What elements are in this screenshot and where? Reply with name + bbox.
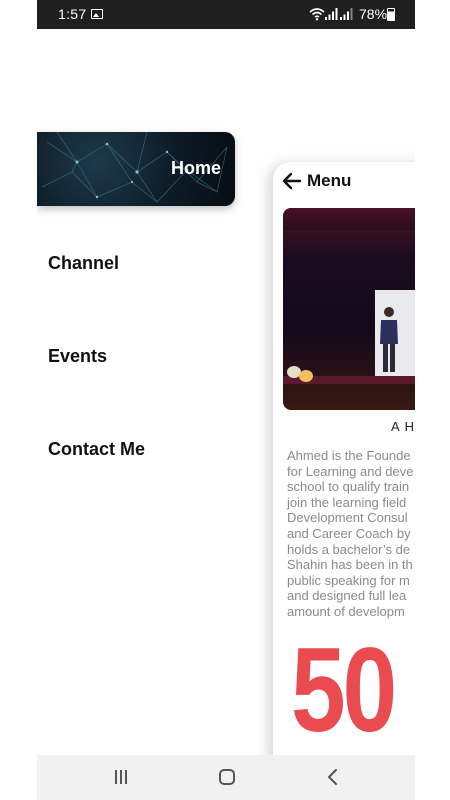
stage-curtain xyxy=(283,208,415,230)
navigation-drawer: Home Channel Events Contact Me xyxy=(37,29,277,755)
wifi-icon xyxy=(309,8,325,21)
signal-icon xyxy=(340,8,353,20)
photo-caption: A H xyxy=(391,419,415,434)
balloon xyxy=(299,370,313,382)
drawer-item-home-label: Home xyxy=(170,158,221,178)
recent-apps-icon[interactable] xyxy=(113,768,129,786)
bio-line: and designed full lea xyxy=(287,588,407,604)
bio-line: Ahmed is the Founde xyxy=(287,448,411,463)
drawer-item-channel[interactable]: Channel xyxy=(48,253,119,274)
bio-line: school to qualify train xyxy=(287,479,410,495)
bio-line: join the learning field xyxy=(287,494,407,510)
status-bar: 1:57 78% xyxy=(37,0,415,29)
page-title: Menu xyxy=(307,171,352,190)
drawer-item-home[interactable]: Home xyxy=(37,132,235,206)
bio-line: Shahin has been in th xyxy=(287,557,413,573)
system-nav-bar xyxy=(37,755,415,800)
bio-line: for Learning and deve xyxy=(287,463,414,479)
back-icon[interactable] xyxy=(325,767,341,787)
stat-number: 50 xyxy=(291,623,397,757)
status-time: 1:57 xyxy=(58,6,87,22)
content-header: Menu xyxy=(273,162,415,202)
bio-line: holds a bachelor’s de xyxy=(287,541,411,557)
main-content-card[interactable]: Menu A H Ahmed is the Founde for Learnin… xyxy=(273,162,415,762)
back-arrow-icon[interactable] xyxy=(281,170,303,192)
bio-line: and Career Coach by xyxy=(287,525,411,541)
bio-line: Development Consul xyxy=(287,510,408,526)
phone-screen: 1:57 78% Home Channel Events Contact Me … xyxy=(37,0,415,800)
battery-percent: 78% xyxy=(359,6,388,22)
image-icon xyxy=(91,9,103,19)
speaker-photo xyxy=(283,208,415,410)
bio-line: public speaking for m xyxy=(287,572,410,588)
bio-line: amount of developm xyxy=(287,603,405,619)
battery-icon xyxy=(387,8,395,21)
speaker-figure xyxy=(380,307,398,372)
signal-icon xyxy=(325,8,338,20)
drawer-item-events[interactable]: Events xyxy=(48,346,107,367)
drawer-item-contact-me[interactable]: Contact Me xyxy=(48,439,145,460)
bio-paragraph: Ahmed is the Founde for Learning and dev… xyxy=(287,448,415,620)
home-button-icon[interactable] xyxy=(219,769,235,785)
